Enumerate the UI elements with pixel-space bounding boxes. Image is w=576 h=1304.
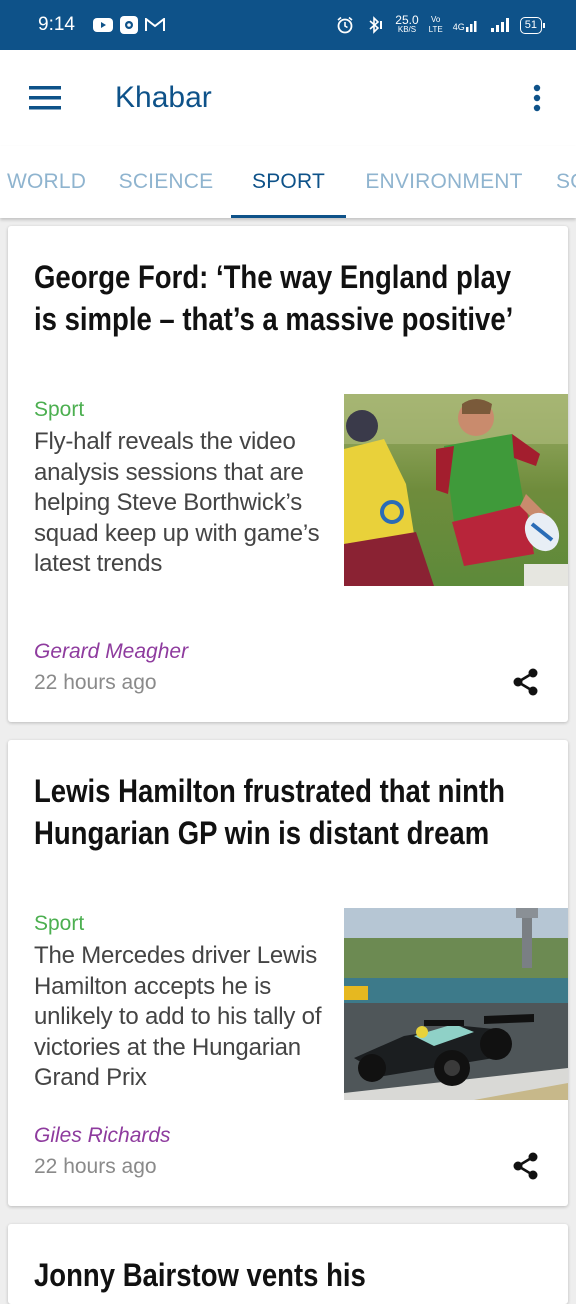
gmail-icon [144, 17, 165, 33]
hamburger-icon [29, 86, 61, 110]
article-timestamp: 22 hours ago [34, 671, 157, 694]
overflow-menu-button[interactable] [512, 66, 562, 130]
article-title: Lewis Hamilton frustrated that ninth Hun… [34, 773, 505, 851]
signal-4g-icon: 4G [453, 18, 480, 32]
article-card[interactable]: George Ford: ‘The way England play is si… [8, 226, 568, 722]
share-icon [513, 1152, 538, 1180]
article-thumbnail [344, 908, 568, 1100]
app-bar: Khabar [0, 50, 576, 146]
tab-society[interactable]: SO [556, 146, 576, 218]
article-section: Sport [34, 398, 85, 421]
article-trail: Fly-half reveals the video analysis sess… [34, 428, 320, 577]
tab-sport[interactable]: SPORT [231, 146, 346, 218]
signal-icon [490, 17, 510, 33]
f1-car-photo-icon [344, 908, 568, 1100]
article-timestamp: 22 hours ago [34, 1155, 157, 1178]
tab-science[interactable]: SCIENCE [104, 146, 228, 218]
app-title: Khabar [115, 81, 212, 114]
tab-world[interactable]: WORLD [0, 146, 92, 218]
share-button[interactable] [508, 1148, 544, 1184]
share-button[interactable] [508, 664, 544, 700]
network-speed: 25.0 KB/S [395, 13, 419, 34]
article-title: George Ford: ‘The way England play is si… [34, 259, 514, 337]
article-title: Jonny Bairstow vents his [34, 1257, 366, 1293]
tab-environment[interactable]: ENVIRONMENT [355, 146, 533, 218]
battery-icon: 51 [519, 16, 546, 34]
status-time: 9:14 [38, 14, 75, 35]
settings-app-icon [119, 16, 139, 34]
share-icon [513, 668, 538, 696]
article-card[interactable]: Jonny Bairstow vents his [8, 1224, 568, 1304]
section-tabs: WORLD SCIENCE SPORT ENVIRONMENT SO [0, 146, 576, 218]
active-tab-indicator [231, 215, 346, 218]
article-section: Sport [34, 912, 85, 935]
article-byline: Giles Richards [34, 1124, 171, 1147]
more-vert-icon [533, 84, 541, 112]
status-bar: 9:14 25.0 KB/S Vo LTE 4G 51 [0, 0, 576, 50]
menu-button[interactable] [13, 66, 77, 130]
article-trail: The Mercedes driver Lewis Hamilton accep… [34, 942, 322, 1091]
article-thumbnail [344, 394, 568, 586]
alarm-icon [335, 16, 355, 34]
volte-indicator: Vo LTE [428, 15, 443, 34]
bluetooth-icon [365, 16, 385, 34]
article-card[interactable]: Lewis Hamilton frustrated that ninth Hun… [8, 740, 568, 1206]
rugby-photo-icon [344, 394, 568, 586]
article-byline: Gerard Meagher [34, 640, 189, 663]
youtube-icon [92, 17, 113, 33]
